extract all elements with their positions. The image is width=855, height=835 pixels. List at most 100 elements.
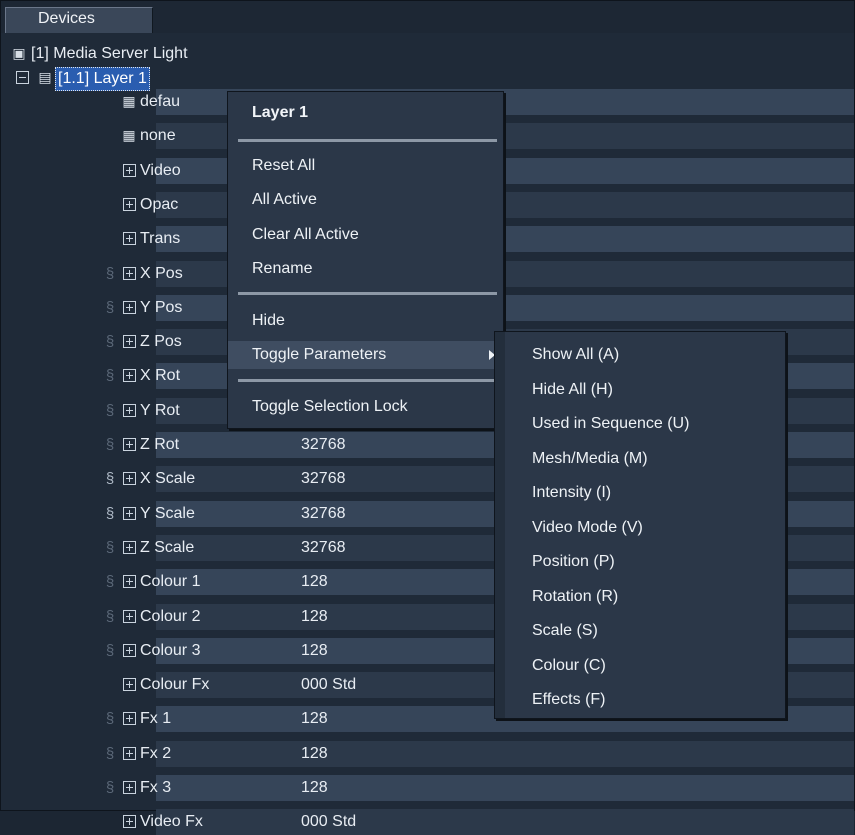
submenu-item[interactable]: Video Mode (V) [495, 511, 785, 545]
lock-icon[interactable]: § [105, 466, 115, 492]
lock-icon[interactable]: § [105, 295, 115, 321]
lock-icon[interactable]: § [105, 329, 115, 355]
lock-icon[interactable]: § [105, 535, 115, 561]
menu-item-toggle-parameters-label: Toggle Parameters [252, 346, 387, 363]
submenu-item[interactable]: Hide All (H) [495, 373, 785, 407]
tab-devices[interactable]: Devices [5, 7, 153, 33]
param-label: Y Rot [140, 401, 180, 419]
lock-icon[interactable]: § [105, 261, 115, 287]
param-icon[interactable] [123, 609, 136, 623]
param-label: Z Scale [140, 538, 195, 556]
lock-icon[interactable]: § [105, 363, 115, 389]
context-menu-title: Layer 1 [252, 104, 309, 121]
menu-item-rename[interactable]: Rename [228, 255, 503, 283]
param-value: 32768 [301, 470, 346, 488]
param-icon[interactable] [123, 300, 136, 314]
context-menu: Layer 1 Reset All All Active Clear All A… [227, 91, 504, 429]
param-label: X Scale [140, 470, 196, 488]
param-label: Colour 1 [140, 573, 201, 591]
param-icon[interactable] [123, 781, 136, 794]
param-icon[interactable] [123, 712, 136, 726]
param-value: 128 [301, 607, 328, 625]
param-label: Z Pos [140, 333, 182, 351]
param-value: 32768 [301, 538, 346, 556]
menu-item-hide[interactable]: Hide [228, 307, 503, 335]
submenu-item[interactable]: Scale (S) [495, 614, 785, 648]
param-label: X Pos [140, 264, 183, 282]
submenu-item[interactable]: Rotation (R) [495, 580, 785, 614]
param-value: 128 [301, 710, 328, 728]
param-icon[interactable] [123, 815, 136, 829]
param-icon[interactable] [123, 266, 136, 280]
submenu-item[interactable]: Show All (A) [495, 338, 785, 372]
tree-root-label: [1] Media Server Light [31, 45, 188, 62]
lock-icon[interactable]: § [105, 775, 115, 801]
param-label: Video [140, 161, 181, 179]
tree-row-param[interactable]: § Fx 3 128 [1, 775, 854, 801]
submenu-item[interactable]: Mesh/Media (M) [495, 442, 785, 476]
param-icon[interactable] [123, 678, 136, 692]
tree-row-layer[interactable]: ▤ [1.1] Layer 1 [1, 65, 854, 91]
lock-icon[interactable]: § [105, 741, 115, 767]
lock-icon[interactable]: § [105, 432, 115, 458]
param-label: Colour 3 [140, 641, 201, 659]
param-value: 128 [301, 641, 328, 659]
param-icon[interactable] [123, 335, 136, 349]
param-icon[interactable] [123, 575, 136, 589]
param-label: X Rot [140, 367, 181, 385]
param-value: 32768 [301, 436, 346, 453]
param-label: defau [140, 93, 181, 110]
lock-icon[interactable]: § [105, 638, 115, 664]
tree-row-root[interactable]: ▣ [1] Media Server Light [1, 41, 854, 67]
lock-icon[interactable]: § [105, 398, 115, 424]
param-label: Colour Fx [140, 676, 210, 694]
lock-icon[interactable]: § [105, 501, 115, 527]
menu-item-toggle-parameters[interactable]: Toggle Parameters [228, 341, 503, 369]
devices-panel: Devices ▣ [1] Media Server Light ▤ [1.1]… [0, 0, 855, 835]
param-icon[interactable] [123, 438, 136, 451]
submenu-item[interactable]: Used in Sequence (U) [495, 407, 785, 441]
param-icon[interactable] [123, 232, 136, 246]
param-icon[interactable] [123, 403, 136, 417]
submenu-item[interactable]: Position (P) [495, 545, 785, 579]
param-label: Opac [140, 195, 179, 213]
param-label: Fx 2 [140, 744, 172, 762]
param-value: 32768 [301, 504, 346, 522]
param-value: 128 [301, 779, 328, 796]
lock-icon[interactable]: § [105, 604, 115, 630]
collapse-icon[interactable] [16, 71, 29, 84]
menu-separator [238, 292, 497, 295]
param-label: Fx 3 [140, 779, 172, 796]
submenu-item[interactable]: Effects (F) [495, 683, 785, 717]
param-value: 128 [301, 744, 328, 762]
media-icon: ▦ [122, 127, 136, 144]
param-icon[interactable] [123, 506, 136, 520]
tree-row-param[interactable]: § Fx 2 128 [1, 740, 854, 767]
param-icon[interactable] [123, 540, 136, 554]
device-icon: ▣ [12, 45, 26, 61]
lock-icon[interactable]: § [105, 569, 115, 595]
tree-layer-label[interactable]: [1.1] Layer 1 [55, 67, 150, 91]
tab-bar: Devices [1, 1, 854, 33]
menu-item-all-active[interactable]: All Active [228, 186, 503, 214]
param-icon[interactable] [123, 643, 136, 657]
param-icon[interactable] [123, 369, 136, 383]
menu-item-toggle-selection-lock[interactable]: Toggle Selection Lock [228, 393, 503, 421]
menu-item-reset-all[interactable]: Reset All [228, 152, 503, 180]
param-icon[interactable] [123, 197, 136, 211]
tree-row-param[interactable]: Video Fx 000 Std [1, 809, 854, 835]
toggle-parameters-submenu: Show All (A) Hide All (H) Used in Sequence… [494, 331, 786, 719]
submenu-item[interactable]: Colour (C) [495, 649, 785, 683]
row-stripe [156, 809, 854, 835]
param-value: 000 Std [301, 813, 357, 831]
param-label: Colour 2 [140, 607, 201, 625]
param-icon[interactable] [123, 163, 136, 177]
row-stripe [156, 740, 854, 767]
media-icon: ▦ [122, 93, 136, 109]
param-icon[interactable] [123, 472, 136, 486]
lock-icon[interactable]: § [105, 706, 115, 732]
param-icon[interactable] [123, 746, 136, 760]
menu-item-clear-all-active[interactable]: Clear All Active [228, 221, 503, 249]
submenu-item[interactable]: Intensity (I) [495, 476, 785, 510]
menu-separator [238, 139, 497, 142]
